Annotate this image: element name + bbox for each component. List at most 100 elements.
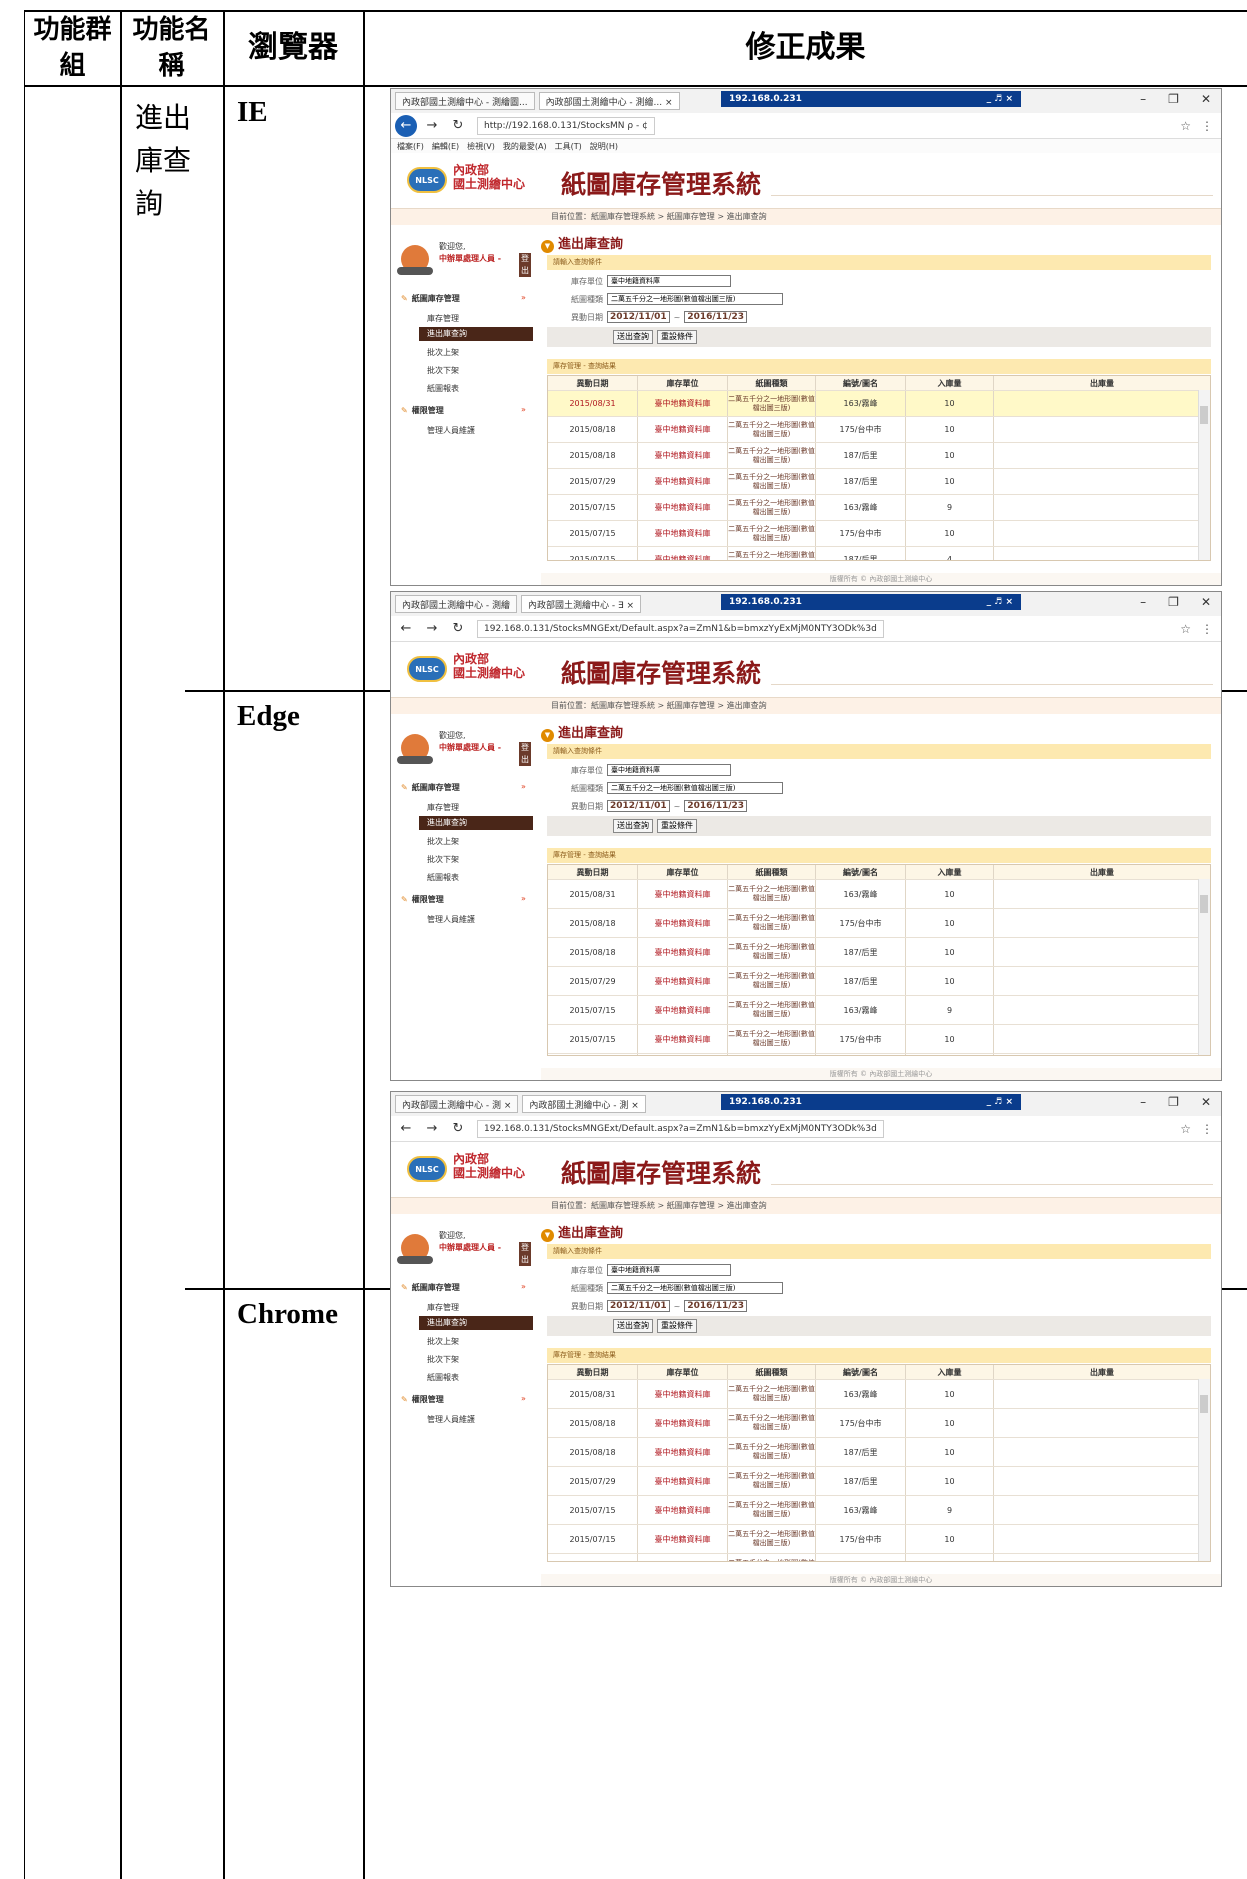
menu-group-stock[interactable]: 紙圖庫存管理	[401, 1282, 460, 1293]
forward-icon[interactable]: →	[421, 1118, 443, 1140]
menubar-item[interactable]: 工具(T)	[555, 141, 582, 152]
more-icon[interactable]: ⋮	[1201, 622, 1213, 636]
query-button[interactable]: 送出查詢	[613, 1319, 653, 1333]
chevron-down-icon[interactable]: »	[521, 894, 526, 903]
scrollbar[interactable]	[1198, 879, 1210, 1055]
menu-group-permission[interactable]: 權限管理	[401, 894, 444, 905]
menu-item[interactable]: 管理人員維護	[427, 1414, 475, 1425]
scrollbar[interactable]	[1198, 1379, 1210, 1561]
table-row[interactable]: 2015/07/15 臺中地籍資料庫 二萬五千分之一地形圖(數值檔出圖三版) 163/…	[548, 995, 1210, 1024]
menu-group-stock[interactable]: 紙圖庫存管理	[401, 293, 460, 304]
table-row[interactable]: 2015/08/18 臺中地籍資料庫 二萬五千分之一地形圖(數值檔出圖三版) 175/…	[548, 908, 1210, 937]
table-row[interactable]: 2015/07/29 臺中地籍資料庫 二萬五千分之一地形圖(數值檔出圖三版) 187/…	[548, 1466, 1210, 1495]
chevron-down-icon[interactable]: »	[521, 782, 526, 791]
menu-item-current[interactable]: 進出庫查詢	[419, 816, 533, 830]
table-row[interactable]: 2015/07/15 臺中地籍資料庫 二萬五千分之一地形圖(數值檔出圖三版) 163/…	[548, 1495, 1210, 1524]
restore-icon[interactable]: ❐	[1168, 92, 1179, 106]
forward-icon[interactable]: →	[421, 618, 443, 640]
refresh-icon[interactable]: ↻	[447, 115, 469, 137]
back-icon[interactable]: ←	[395, 1118, 417, 1140]
restore-icon[interactable]: ❐	[1168, 1095, 1179, 1109]
date-to-input[interactable]: 2016/11/23	[684, 311, 748, 323]
url-field[interactable]: 192.168.0.131/StocksMNGExt/Default.aspx?…	[477, 1119, 884, 1138]
table-row[interactable]: 2015/08/31 臺中地籍資料庫 二萬五千分之一地形圖(數值檔出圖三版) 163/…	[548, 390, 1210, 416]
chevron-down-icon[interactable]: »	[521, 1282, 526, 1291]
date-from-input[interactable]: 2012/11/01	[607, 1300, 670, 1312]
minimize-icon[interactable]: –	[1140, 1095, 1146, 1109]
menubar-item[interactable]: 我的最愛(A)	[503, 141, 547, 152]
unit-select[interactable]: 臺中地籍資料庫	[607, 764, 731, 776]
table-row[interactable]: 2015/07/15臺中地籍資料庫二萬五千分之一地形圖(數值檔出圖三版)187/…	[548, 1553, 1210, 1561]
table-row[interactable]: 2015/07/15 臺中地籍資料庫 二萬五千分之一地形圖(數值檔出圖三版) 175/…	[548, 1524, 1210, 1553]
reset-button[interactable]: 重設條件	[657, 330, 697, 344]
table-row[interactable]: 2015/07/15 臺中地籍資料庫 二萬五千分之一地形圖(數值檔出圖三版) 163/…	[548, 494, 1210, 520]
unit-select[interactable]: 臺中地籍資料庫	[607, 275, 731, 287]
minimize-icon[interactable]: –	[1140, 595, 1146, 609]
menu-item[interactable]: 管理人員維護	[427, 914, 475, 925]
menu-item[interactable]: 批次下架	[427, 1354, 459, 1365]
star-icon[interactable]: ☆	[1180, 622, 1191, 636]
restore-icon[interactable]: ❐	[1168, 595, 1179, 609]
reset-button[interactable]: 重設條件	[657, 1319, 697, 1333]
menu-item[interactable]: 庫存管理	[427, 802, 459, 813]
table-row[interactable]: 2015/07/29 臺中地籍資料庫 二萬五千分之一地形圖(數值檔出圖三版) 187/…	[548, 966, 1210, 995]
menu-item[interactable]: 批次下架	[427, 854, 459, 865]
table-row[interactable]: 2015/07/15臺中地籍資料庫二萬五千分之一地形圖(數值檔出圖三版)187/…	[548, 546, 1210, 560]
star-icon[interactable]: ☆	[1180, 119, 1191, 133]
window-controls[interactable]: – ❐ ✕	[1140, 1095, 1211, 1109]
reset-button[interactable]: 重設條件	[657, 819, 697, 833]
table-row[interactable]: 2015/08/18 臺中地籍資料庫 二萬五千分之一地形圖(數值檔出圖三版) 187/…	[548, 442, 1210, 468]
close-icon[interactable]: ✕	[1201, 1095, 1211, 1109]
menu-item[interactable]: 庫存管理	[427, 313, 459, 324]
menu-item[interactable]: 批次上架	[427, 836, 459, 847]
menu-item[interactable]: 紙圖報表	[427, 872, 459, 883]
url-field[interactable]: 192.168.0.131/StocksMNGExt/Default.aspx?…	[477, 619, 884, 638]
close-icon[interactable]: ✕	[1201, 595, 1211, 609]
scrollbar[interactable]	[1198, 390, 1210, 560]
menubar-item[interactable]: 檢視(V)	[467, 141, 495, 152]
star-icon[interactable]: ☆	[1180, 1122, 1191, 1136]
window-controls[interactable]: – ❐ ✕	[1140, 595, 1211, 609]
type-select[interactable]: 二萬五千分之一地形圖(數值檔出圖三版)	[607, 782, 783, 794]
forward-icon[interactable]: →	[421, 115, 443, 137]
menu-item[interactable]: 紙圖報表	[427, 1372, 459, 1383]
logout-button[interactable]: 登出	[519, 253, 531, 277]
menu-group-stock[interactable]: 紙圖庫存管理	[401, 782, 460, 793]
browser-tab-active[interactable]: 內政部國土測繪中心 - ∃ ×	[520, 595, 642, 613]
table-row[interactable]: 2015/07/15 臺中地籍資料庫 二萬五千分之一地形圖(數值檔出圖三版) 175/…	[548, 1024, 1210, 1053]
date-from-input[interactable]: 2012/11/01	[607, 800, 670, 812]
table-row[interactable]: 2015/08/18 臺中地籍資料庫 二萬五千分之一地形圖(數值檔出圖三版) 187/…	[548, 937, 1210, 966]
table-row[interactable]: 2015/08/18 臺中地籍資料庫 二萬五千分之一地形圖(數值檔出圖三版) 175/…	[548, 1408, 1210, 1437]
window-controls[interactable]: – ❐ ✕	[1140, 92, 1211, 106]
close-icon[interactable]: ✕	[1201, 92, 1211, 106]
back-icon[interactable]: ←	[395, 114, 417, 137]
chevron-down-icon[interactable]: »	[521, 293, 526, 302]
type-select[interactable]: 二萬五千分之一地形圖(數值檔出圖三版)	[607, 293, 783, 305]
browser-tab-active[interactable]: 內政部國土測繪中心 - 測 ×	[522, 1095, 646, 1113]
back-icon[interactable]: ←	[395, 618, 417, 640]
browser-tab[interactable]: 內政部國土測繪中心 - 測繪圖...	[395, 92, 535, 110]
table-row[interactable]: 2015/08/31 臺中地籍資料庫 二萬五千分之一地形圖(數值檔出圖三版) 163/…	[548, 879, 1210, 908]
query-button[interactable]: 送出查詢	[613, 819, 653, 833]
query-button[interactable]: 送出查詢	[613, 330, 653, 344]
menu-item[interactable]: 管理人員維護	[427, 425, 475, 436]
logout-button[interactable]: 登出	[519, 742, 531, 766]
menu-item[interactable]: 批次下架	[427, 365, 459, 376]
refresh-icon[interactable]: ↻	[447, 1118, 469, 1140]
refresh-icon[interactable]: ↻	[447, 618, 469, 640]
browser-tab[interactable]: 內政部國土測繪中心 - 測 ×	[395, 1095, 519, 1113]
menubar-item[interactable]: 編輯(E)	[432, 141, 459, 152]
table-row[interactable]: 2015/08/31 臺中地籍資料庫 二萬五千分之一地形圖(數值檔出圖三版) 163/…	[548, 1379, 1210, 1408]
url-field[interactable]: http://192.168.0.131/StocksMN ρ - ¢	[477, 116, 655, 135]
unit-select[interactable]: 臺中地籍資料庫	[607, 1264, 731, 1276]
table-row[interactable]: 2015/07/29 臺中地籍資料庫 二萬五千分之一地形圖(數值檔出圖三版) 187/…	[548, 468, 1210, 494]
table-row[interactable]: 2015/08/18 臺中地籍資料庫 二萬五千分之一地形圖(數值檔出圖三版) 187/…	[548, 1437, 1210, 1466]
browser-tab-active[interactable]: 內政部國土測繪中心 - 測繪... ×	[538, 92, 680, 110]
menubar-item[interactable]: 檔案(F)	[397, 141, 424, 152]
more-icon[interactable]: ⋮	[1201, 119, 1213, 133]
menu-item[interactable]: 紙圖報表	[427, 383, 459, 394]
type-select[interactable]: 二萬五千分之一地形圖(數值檔出圖三版)	[607, 1282, 783, 1294]
date-to-input[interactable]: 2016/11/23	[684, 800, 748, 812]
chevron-down-icon[interactable]: »	[521, 1394, 526, 1403]
menu-item-current[interactable]: 進出庫查詢	[419, 327, 533, 341]
